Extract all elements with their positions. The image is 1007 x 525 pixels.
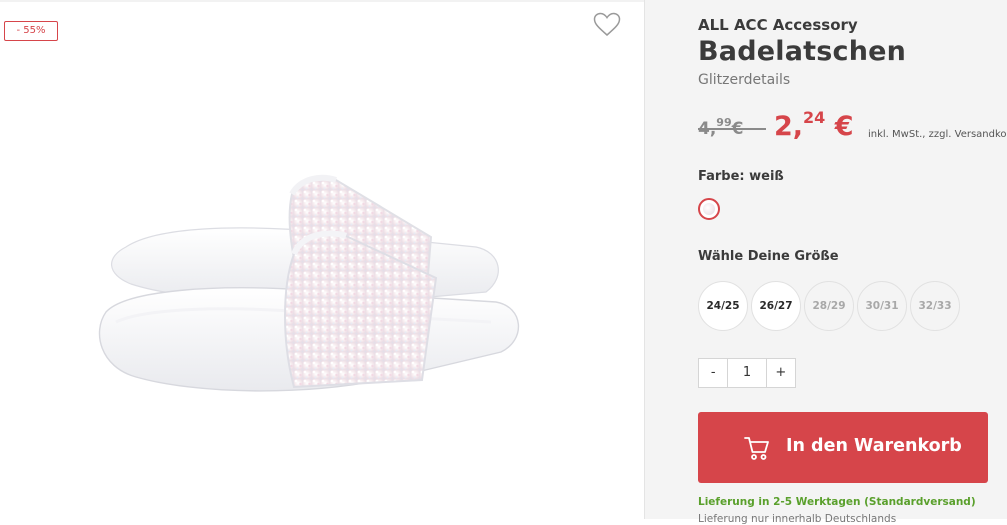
sale-price-main: 2,	[774, 111, 804, 142]
add-to-cart-button[interactable]: In den Warenkorb	[698, 412, 988, 483]
add-to-cart-label: In den Warenkorb	[786, 436, 962, 456]
size-option-32-33[interactable]: 32/33	[910, 281, 960, 331]
product-brand[interactable]: ALL ACC Accessory	[698, 16, 858, 34]
delivery-info: Lieferung in 2-5 Werktagen (Standardvers…	[698, 496, 976, 508]
product-subtitle: Glitzerdetails	[698, 72, 791, 88]
color-swatch-white[interactable]	[698, 198, 720, 220]
size-option-28-29[interactable]: 28/29	[804, 281, 854, 331]
price-strikethrough	[698, 128, 766, 130]
product-image-area: - 55%	[0, 0, 644, 519]
size-label: Wähle Deine Größe	[698, 249, 839, 264]
heart-outline-icon[interactable]	[593, 12, 621, 38]
top-divider	[0, 0, 644, 2]
sale-price-currency: €	[834, 111, 854, 142]
quantity-input[interactable]: 1	[728, 359, 767, 387]
quantity-stepper: - 1 +	[698, 358, 796, 388]
swatch-fill	[703, 203, 715, 215]
sale-price-cents: 24	[803, 108, 826, 127]
discount-badge: - 55%	[4, 21, 58, 41]
tax-note[interactable]: inkl. MwSt., zzgl. Versandkosten	[868, 129, 1007, 140]
quantity-decrease-button[interactable]: -	[699, 359, 729, 387]
size-option-30-31[interactable]: 30/31	[857, 281, 907, 331]
quantity-increase-button[interactable]: +	[767, 359, 795, 387]
delivery-region-info: Lieferung nur innerhalb Deutschlands	[698, 513, 897, 525]
size-option-26-27[interactable]: 26/27	[751, 281, 801, 331]
sale-price: 2,24 €	[774, 108, 854, 142]
product-image	[98, 174, 520, 392]
old-price: 4,99€	[698, 116, 766, 139]
product-title: Badelatschen	[698, 36, 907, 67]
size-option-24-25[interactable]: 24/25	[698, 281, 748, 331]
cart-icon	[744, 437, 769, 460]
color-label: Farbe: weiß	[698, 169, 784, 184]
